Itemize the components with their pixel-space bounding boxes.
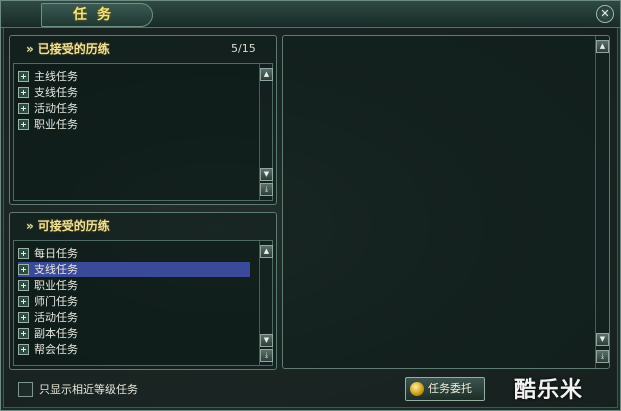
close-icon: ✕ <box>600 7 610 20</box>
plus-icon[interactable] <box>18 118 29 130</box>
chevron-right-icon: » <box>26 42 34 56</box>
list-item[interactable]: 支线任务 <box>18 262 250 277</box>
plus-icon[interactable] <box>18 311 29 323</box>
arrow-bottom-icon[interactable]: ⤓ <box>260 183 273 196</box>
accepted-panel: » 已接受的历练 5/15 主线任务支线任务活动任务职业任务 ▲ ▼ ⤓ <box>9 35 277 205</box>
close-button[interactable]: ✕ <box>596 5 614 23</box>
list-item[interactable]: 职业任务 <box>18 278 78 293</box>
list-item-label: 师门任务 <box>34 295 78 308</box>
available-header: » 可接受的历练 <box>26 219 110 233</box>
list-item-label: 活动任务 <box>34 311 78 324</box>
arrow-down-icon[interactable]: ▼ <box>596 333 609 346</box>
accepted-list: 主线任务支线任务活动任务职业任务 ▲ ▼ ⤓ <box>13 63 273 201</box>
list-item[interactable]: 支线任务 <box>18 85 78 100</box>
available-panel: » 可接受的历练 每日任务支线任务职业任务师门任务活动任务副本任务帮会任务 ▲ ▼… <box>9 212 277 370</box>
chevron-right-icon: » <box>26 219 34 233</box>
plus-icon[interactable] <box>18 263 29 275</box>
list-item[interactable]: 主线任务 <box>18 69 78 84</box>
list-item[interactable]: 活动任务 <box>18 101 78 116</box>
list-item-label: 每日任务 <box>34 247 78 260</box>
plus-icon[interactable] <box>18 295 29 307</box>
accepted-count: 5/15 <box>231 42 256 55</box>
detail-scrollbar[interactable]: ▲ ▼ ⤓ <box>595 36 609 368</box>
quest-window: ◆ 任务 ✕ »已接受的历练 5/15 主线任务支线任务活动任务职业任务 ▲ ▼… <box>0 0 621 411</box>
arrow-bottom-icon[interactable]: ⤓ <box>260 349 273 362</box>
nearby-level-checkbox[interactable] <box>18 382 33 397</box>
list-item-label: 帮会任务 <box>34 343 78 356</box>
window-title: 任务 <box>73 7 121 23</box>
list-item[interactable]: 每日任务 <box>18 246 78 261</box>
arrow-up-icon[interactable]: ▲ <box>260 68 273 81</box>
list-item-label: 活动任务 <box>34 102 78 115</box>
arrow-up-icon[interactable]: ▲ <box>596 40 609 53</box>
accepted-scrollbar[interactable]: ▲ ▼ ⤓ <box>259 64 273 200</box>
quest-detail-panel: ▲ ▼ ⤓ <box>282 35 610 369</box>
plus-icon[interactable] <box>18 247 29 259</box>
delegate-button[interactable]: 任务委托 <box>405 377 485 401</box>
plus-icon[interactable] <box>18 279 29 291</box>
plus-icon[interactable] <box>18 70 29 82</box>
available-scrollbar[interactable]: ▲ ▼ ⤓ <box>259 241 273 365</box>
list-item-label: 职业任务 <box>34 118 78 131</box>
nearby-level-label: 只显示相近等级任务 <box>39 383 138 396</box>
title-bar[interactable]: ◆ 任务 ✕ <box>1 1 620 28</box>
arrow-bottom-icon[interactable]: ⤓ <box>596 350 609 363</box>
list-item-label: 副本任务 <box>34 327 78 340</box>
arrow-down-icon[interactable]: ▼ <box>260 334 273 347</box>
list-item[interactable]: 活动任务 <box>18 310 78 325</box>
list-item[interactable]: 师门任务 <box>18 294 78 309</box>
accepted-header: » 已接受的历练 <box>26 42 110 56</box>
arrow-down-icon[interactable]: ▼ <box>260 168 273 181</box>
list-item-label: 支线任务 <box>34 263 78 276</box>
gold-coin-icon <box>410 382 424 396</box>
plus-icon[interactable] <box>18 327 29 339</box>
list-item-label: 职业任务 <box>34 279 78 292</box>
plus-icon[interactable] <box>18 102 29 114</box>
available-list: 每日任务支线任务职业任务师门任务活动任务副本任务帮会任务 ▲ ▼ ⤓ <box>13 240 273 366</box>
list-item[interactable]: 副本任务 <box>18 326 78 341</box>
watermark: 酷乐米 <box>514 378 584 403</box>
list-item[interactable]: 帮会任务 <box>18 342 78 357</box>
title-plate: 任务 <box>41 3 153 27</box>
arrow-up-icon[interactable]: ▲ <box>260 245 273 258</box>
plus-icon[interactable] <box>18 343 29 355</box>
list-item-label: 支线任务 <box>34 86 78 99</box>
list-item[interactable]: 职业任务 <box>18 117 78 132</box>
list-item-label: 主线任务 <box>34 70 78 83</box>
plus-icon[interactable] <box>18 86 29 98</box>
